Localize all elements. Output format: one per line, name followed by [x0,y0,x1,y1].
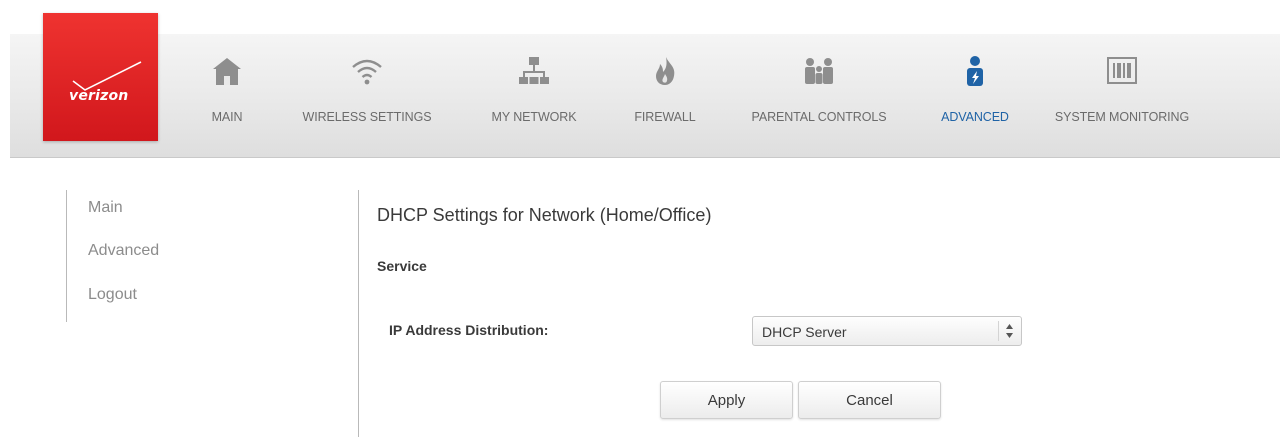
nav-item-my-network[interactable]: MY NETWORK [478,34,590,158]
nav-label-system-monitoring: SYSTEM MONITORING [1054,110,1190,124]
ip-address-distribution-label: IP Address Distribution: [389,322,549,338]
section-title: Service [377,258,427,274]
nav-item-main[interactable]: MAIN [196,34,258,158]
nav-item-firewall[interactable]: FIREWALL [620,34,710,158]
sidebar-item-main[interactable]: Main [88,199,123,217]
nav-item-wireless-settings[interactable]: WIRELESS SETTINGS [283,34,451,158]
cancel-button[interactable]: Cancel [798,381,941,419]
monitor-icon [1107,57,1137,84]
nav-item-advanced[interactable]: ADVANCED [928,34,1022,158]
family-icon [805,58,833,84]
select-divider [998,321,999,341]
nav-item-system-monitoring[interactable]: SYSTEM MONITORING [1038,34,1206,158]
home-icon [213,58,241,85]
sidebar-item-logout[interactable]: Logout [88,286,137,304]
sidebar-divider [66,190,67,322]
wifi-icon [352,59,382,85]
up-down-arrows-icon [1006,324,1013,338]
logo-text: verizon [69,88,129,104]
page-title: DHCP Settings for Network (Home/Office) [377,205,712,225]
content-divider [358,190,359,437]
verizon-logo[interactable]: verizon [43,13,158,141]
nav-label-my-network: MY NETWORK [491,110,577,124]
nav-label-firewall: FIREWALL [634,110,696,124]
nav-label-wireless-settings: WIRELESS SETTINGS [302,110,432,124]
network-icon [519,57,549,84]
nav-item-parental-controls[interactable]: PARENTAL CONTROLS [736,34,902,158]
ip-address-distribution-select[interactable]: DHCP Server [752,316,1022,346]
nav-label-advanced: ADVANCED [941,110,1009,124]
flame-icon [656,57,675,85]
nav-label-parental-controls: PARENTAL CONTROLS [751,110,887,124]
nav-label-main: MAIN [211,110,243,124]
advanced-user-icon [967,56,983,86]
apply-button[interactable]: Apply [660,381,793,419]
select-value: DHCP Server [762,324,847,340]
sidebar-item-advanced[interactable]: Advanced [88,242,159,260]
